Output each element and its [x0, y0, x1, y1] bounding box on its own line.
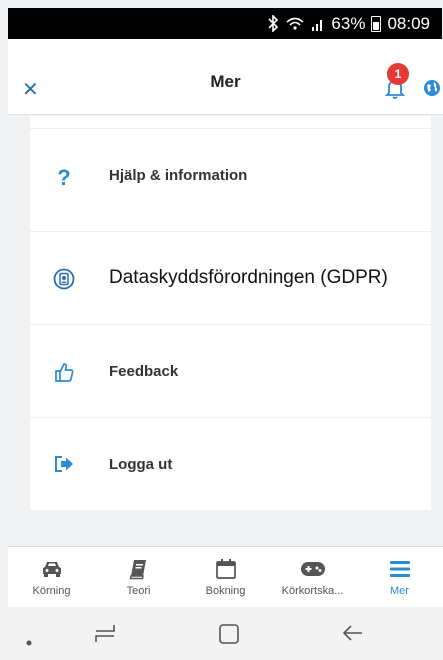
tab-teori[interactable]: Teori: [95, 547, 182, 607]
dot-icon[interactable]: [26, 631, 32, 650]
logout-icon: [53, 453, 75, 475]
list-top-divider: [30, 116, 431, 129]
menu-item-label: Logga ut: [109, 456, 173, 473]
menu-icon: [389, 557, 411, 581]
globe-icon[interactable]: [423, 79, 441, 97]
menu-item-help[interactable]: ? Hjälp & information: [30, 129, 431, 232]
back-icon[interactable]: [342, 623, 364, 647]
battery-icon: [371, 15, 382, 32]
system-nav-bar: [8, 607, 443, 660]
clock: 08:09: [387, 13, 430, 33]
menu-item-label: Hjälp & information: [109, 167, 248, 184]
tab-label: Körning: [32, 585, 71, 597]
page-title: Mer: [210, 72, 241, 91]
signal-icon: [311, 16, 325, 32]
car-icon: [40, 557, 64, 581]
bottom-tab-bar: Körning Teori Bokning Körkortska... Mer: [8, 546, 443, 607]
tab-korkortskampen[interactable]: Körkortska...: [269, 547, 356, 607]
tab-mer[interactable]: Mer: [356, 547, 443, 607]
thumbs-up-icon: [53, 361, 75, 383]
question-icon: ?: [57, 165, 71, 190]
tab-korning[interactable]: Körning: [8, 547, 95, 607]
battery-percent: 63%: [331, 13, 366, 33]
calendar-icon: [215, 557, 237, 581]
menu-item-logout[interactable]: Logga ut: [30, 418, 431, 510]
menu-item-gdpr[interactable]: Dataskyddsförordningen (GDPR): [30, 232, 431, 325]
tab-bokning[interactable]: Bokning: [182, 547, 269, 607]
gdpr-icon: [53, 268, 75, 290]
tab-label: Teori: [126, 585, 151, 597]
wifi-icon: [285, 16, 305, 32]
menu-item-label: Feedback: [109, 363, 179, 380]
menu-item-feedback[interactable]: Feedback: [30, 325, 431, 418]
status-bar: 63% 08:09: [8, 8, 442, 39]
gamepad-icon: [300, 557, 326, 581]
menu-list: ? Hjälp & information Dataskyddsförordni…: [30, 116, 431, 510]
recent-apps-icon[interactable]: [94, 623, 116, 647]
notification-badge: 1: [387, 63, 409, 85]
home-icon[interactable]: [218, 623, 240, 649]
top-header: ✕ Mer 1: [8, 39, 443, 115]
tab-label: Bokning: [205, 585, 246, 597]
tab-label: Körkortska...: [281, 585, 344, 597]
bluetooth-icon: [267, 15, 279, 32]
book-icon: [129, 557, 149, 581]
tab-label: Mer: [390, 585, 409, 597]
menu-item-label: Dataskyddsförordningen (GDPR): [109, 267, 388, 288]
